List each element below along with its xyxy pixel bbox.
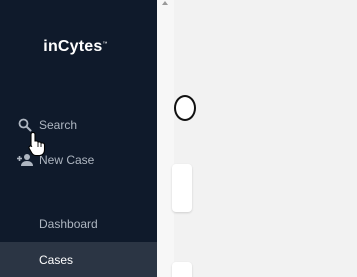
sidebar-item-dashboard[interactable]: Dashboard xyxy=(0,206,157,241)
sidebar-item-label: Cases xyxy=(39,252,74,267)
app-window: inCytes™ Search New Case Dashboard Cases xyxy=(0,0,357,277)
main-content xyxy=(174,0,357,277)
search-label: Search xyxy=(39,118,78,132)
scrollbar[interactable] xyxy=(157,0,174,277)
content-card xyxy=(172,262,192,277)
sidebar: inCytes™ Search New Case Dashboard Cases xyxy=(0,0,157,277)
avatar[interactable] xyxy=(174,95,196,121)
trademark-mark: ™ xyxy=(102,41,108,47)
new-case-button[interactable]: New Case xyxy=(16,150,94,170)
brand-name: inCytes xyxy=(43,38,103,55)
sidebar-item-label: Dashboard xyxy=(39,216,98,231)
content-card xyxy=(172,164,192,212)
new-case-label: New Case xyxy=(39,153,95,167)
sidebar-item-cases[interactable]: Cases xyxy=(0,242,157,277)
brand-logo[interactable]: inCytes™ xyxy=(0,38,151,56)
search-button[interactable]: Search xyxy=(16,115,77,135)
search-icon xyxy=(16,116,34,134)
scroll-up-arrow-icon[interactable] xyxy=(162,1,168,5)
add-person-icon xyxy=(16,151,34,169)
